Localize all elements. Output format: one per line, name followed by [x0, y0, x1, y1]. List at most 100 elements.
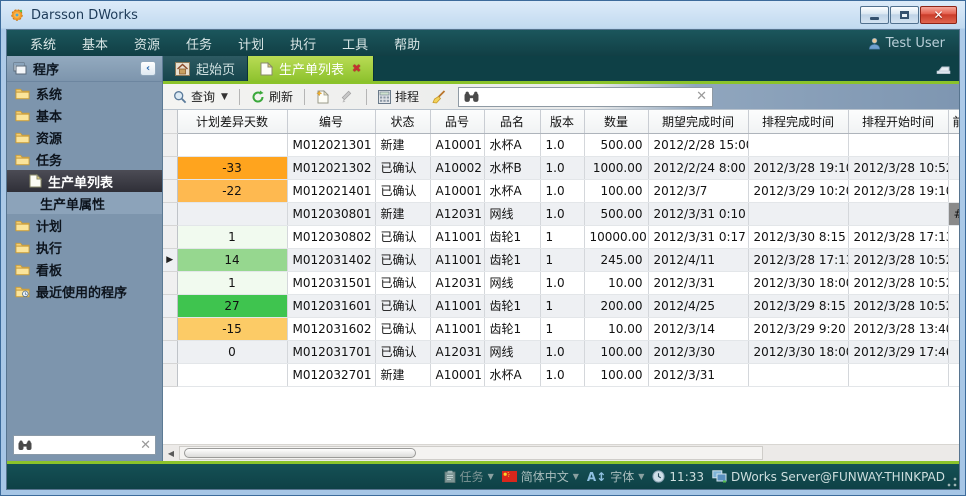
sidebar-collapse-button[interactable]: ‹: [140, 61, 156, 76]
cell-exp[interactable]: 2012/3/31 0:10: [648, 202, 748, 225]
cell-status[interactable]: 已确认: [375, 340, 430, 363]
sidebar-item-task[interactable]: 任务: [7, 148, 162, 170]
cell-sfin[interactable]: 2012/3/30 8:15: [748, 225, 848, 248]
cell-qty[interactable]: 10000.00: [584, 225, 648, 248]
cell-sstart[interactable]: 2012/3/28 10:52: [848, 294, 948, 317]
cell-itemname[interactable]: 网线: [484, 271, 540, 294]
cell-qty[interactable]: 100.00: [584, 179, 648, 202]
tab-list-icon[interactable]: [936, 63, 951, 75]
cell-qty[interactable]: 100.00: [584, 340, 648, 363]
cell-itemname[interactable]: 齿轮1: [484, 248, 540, 271]
cell-sfin[interactable]: 2012/3/30 18:00: [748, 271, 848, 294]
scrollbar-thumb[interactable]: [184, 448, 416, 458]
cell-sstart[interactable]: [848, 133, 948, 156]
cell-tail[interactable]: [948, 156, 959, 179]
sidebar-item-basic[interactable]: 基本: [7, 104, 162, 126]
tab-production-order-list[interactable]: 生产单列表 ✖: [248, 56, 374, 81]
cell-exp[interactable]: 2012/3/31: [648, 363, 748, 386]
cell-itemname[interactable]: 网线: [484, 202, 540, 225]
cell-itemno[interactable]: A10001: [430, 133, 484, 156]
cell-qty[interactable]: 100.00: [584, 363, 648, 386]
col-item-name[interactable]: 品名: [484, 110, 540, 133]
col-plan-diff-days[interactable]: 计划差异天数: [177, 110, 287, 133]
col-expected-finish[interactable]: 期望完成时间: [648, 110, 748, 133]
cell-exp[interactable]: 2012/4/11: [648, 248, 748, 271]
cell-sfin[interactable]: [748, 133, 848, 156]
resize-grip[interactable]: [947, 477, 957, 487]
cell-ver[interactable]: 1.0: [540, 271, 584, 294]
horizontal-scrollbar[interactable]: ◀: [163, 444, 959, 461]
cell-ver[interactable]: 1.0: [540, 179, 584, 202]
cell-status[interactable]: 已确认: [375, 294, 430, 317]
sidebar-item-kanban[interactable]: 看板: [7, 258, 162, 280]
schedule-button[interactable]: 排程: [374, 86, 423, 107]
cell-qty[interactable]: 245.00: [584, 248, 648, 271]
cell-code[interactable]: M012031701: [287, 340, 375, 363]
cell-diff[interactable]: [177, 363, 287, 386]
cell-sfin[interactable]: 2012/3/28 17:13: [748, 248, 848, 271]
close-button[interactable]: ✕: [920, 6, 957, 24]
row-header[interactable]: [163, 202, 177, 225]
cell-code[interactable]: M012031601: [287, 294, 375, 317]
col-schedule-finish[interactable]: 排程完成时间: [748, 110, 848, 133]
row-header[interactable]: [163, 363, 177, 386]
cell-qty[interactable]: 10.00: [584, 317, 648, 340]
cell-diff[interactable]: -22: [177, 179, 287, 202]
cell-tail[interactable]: [948, 248, 959, 271]
cell-itemno[interactable]: A10002: [430, 156, 484, 179]
col-item-no[interactable]: 品号: [430, 110, 484, 133]
clear-button[interactable]: [427, 88, 450, 106]
cell-qty[interactable]: 200.00: [584, 294, 648, 317]
cell-code[interactable]: M012031402: [287, 248, 375, 271]
menu-basic[interactable]: 基本: [69, 30, 121, 57]
cell-exp[interactable]: 2012/4/25: [648, 294, 748, 317]
cell-itemno[interactable]: A12031: [430, 202, 484, 225]
tab-close-icon[interactable]: ✖: [352, 62, 361, 75]
cell-ver[interactable]: 1: [540, 225, 584, 248]
cell-ver[interactable]: 1: [540, 317, 584, 340]
cell-status[interactable]: 已确认: [375, 179, 430, 202]
row-header[interactable]: [163, 317, 177, 340]
cell-sfin[interactable]: 2012/3/30 18:00: [748, 340, 848, 363]
cell-itemname[interactable]: 齿轮1: [484, 317, 540, 340]
statusbar-language-menu[interactable]: 简体中文 ▼: [502, 468, 579, 485]
statusbar-font-menu[interactable]: A↕ 字体 ▼: [587, 468, 645, 485]
row-header[interactable]: [163, 271, 177, 294]
cell-sstart[interactable]: 2012/3/28 10:52: [848, 271, 948, 294]
cell-status[interactable]: 已确认: [375, 317, 430, 340]
cell-sstart[interactable]: 2012/3/28 10:52: [848, 156, 948, 179]
cell-exp[interactable]: 2012/2/28 15:00: [648, 133, 748, 156]
cell-itemno[interactable]: A12031: [430, 271, 484, 294]
cell-code[interactable]: M012021301: [287, 133, 375, 156]
cell-ver[interactable]: 1: [540, 248, 584, 271]
cell-itemname[interactable]: 齿轮1: [484, 294, 540, 317]
scroll-left-icon[interactable]: ◀: [163, 446, 179, 461]
sidebar-item-recent-programs[interactable]: 最近使用的程序: [7, 280, 162, 302]
col-status[interactable]: 状态: [375, 110, 430, 133]
menu-system[interactable]: 系统: [17, 30, 69, 57]
cell-itemno[interactable]: A11001: [430, 317, 484, 340]
table-row[interactable]: -15M012031602已确认A11001齿轮1110.002012/3/14…: [163, 317, 959, 340]
tab-home[interactable]: 起始页: [163, 56, 248, 81]
cell-sstart[interactable]: [848, 363, 948, 386]
cell-qty[interactable]: 500.00: [584, 202, 648, 225]
cell-ver[interactable]: 1.0: [540, 363, 584, 386]
sidebar-item-resource[interactable]: 资源: [7, 126, 162, 148]
sidebar-item-production-order-properties[interactable]: 生产单属性: [7, 192, 162, 214]
cell-tail[interactable]: [948, 363, 959, 386]
row-header[interactable]: [163, 179, 177, 202]
cell-ver[interactable]: 1.0: [540, 133, 584, 156]
cell-code[interactable]: M012030801: [287, 202, 375, 225]
sidebar-search-clear-icon[interactable]: ✕: [140, 439, 151, 452]
cell-sstart[interactable]: 2012/3/28 19:10: [848, 179, 948, 202]
table-row[interactable]: M012032701新建A10001水杯A1.0100.002012/3/31: [163, 363, 959, 386]
table-row[interactable]: 0M012031701已确认A12031网线1.0100.002012/3/30…: [163, 340, 959, 363]
cell-exp[interactable]: 2012/3/31: [648, 271, 748, 294]
cell-sstart[interactable]: 2012/3/28 17:13: [848, 225, 948, 248]
cell-code[interactable]: M012031602: [287, 317, 375, 340]
cell-exp[interactable]: 2012/3/30: [648, 340, 748, 363]
cell-sfin[interactable]: [748, 363, 848, 386]
cell-status[interactable]: 新建: [375, 363, 430, 386]
table-row[interactable]: 27M012031601已确认A11001齿轮11200.002012/4/25…: [163, 294, 959, 317]
cell-itemno[interactable]: A11001: [430, 248, 484, 271]
